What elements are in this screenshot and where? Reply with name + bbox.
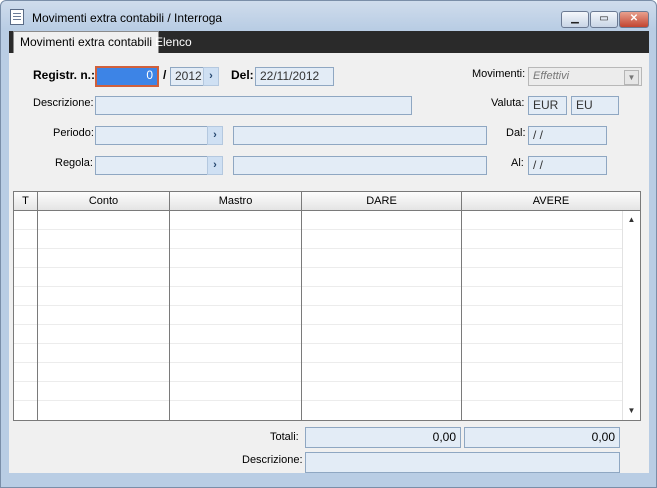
del-label: Del: (231, 68, 254, 82)
grid-vertical-scrollbar[interactable]: ▲ ▼ (622, 211, 640, 420)
minimize-icon: ▁ (571, 13, 579, 24)
close-button[interactable]: ✕ (619, 11, 649, 28)
registr-number-input[interactable]: 0 (95, 66, 159, 87)
maximize-button[interactable]: ▭ (590, 11, 618, 28)
column-header-dare[interactable]: DARE (302, 192, 462, 210)
tab-movimenti[interactable]: Movimenti extra contabili (13, 31, 160, 54)
totali-label: Totali: (270, 431, 299, 443)
minimize-button[interactable]: ▁ (561, 11, 589, 28)
date-input[interactable]: 22/11/2012 (255, 67, 334, 86)
footer-descrizione-label: Descrizione: (242, 454, 303, 466)
dal-date-input[interactable]: / / (528, 126, 607, 145)
table-row[interactable] (14, 306, 622, 325)
app-window: Movimenti extra contabili / Interroga ▁ … (0, 0, 657, 488)
total-avere-field: 0,00 (464, 427, 620, 448)
table-row[interactable] (14, 230, 622, 249)
total-dare-field: 0,00 (305, 427, 461, 448)
form-panel: Registr. n.: 0 / 2012 › Del: 22/11/2012 … (9, 53, 649, 473)
column-divider (169, 211, 170, 420)
maximize-icon: ▭ (599, 13, 609, 24)
year-zoom-button[interactable]: › (203, 67, 219, 86)
tab-elenco[interactable]: Elenco (149, 32, 198, 53)
regola-label: Regola: (55, 157, 93, 169)
table-row[interactable] (14, 249, 622, 268)
title-bar[interactable]: Movimenti extra contabili / Interroga ▁ … (1, 1, 656, 31)
valuta-symbol-field: EU (571, 96, 619, 115)
periodo-label: Periodo: (53, 127, 94, 139)
table-row[interactable] (14, 211, 622, 230)
column-header-mastro[interactable]: Mastro (170, 192, 302, 210)
al-date-input[interactable]: / / (528, 156, 607, 175)
descrizione-label: Descrizione: (33, 97, 94, 109)
window-title: Movimenti extra contabili / Interroga (32, 11, 223, 25)
movimenti-label: Movimenti: (472, 68, 526, 80)
registr-label: Registr. n.: (33, 68, 96, 82)
column-divider (37, 211, 38, 420)
table-row[interactable] (14, 344, 622, 363)
document-icon (10, 9, 24, 25)
periodo-zoom-button[interactable]: › (207, 126, 223, 145)
regola-desc-field (233, 156, 487, 175)
periodo-desc-field (233, 126, 487, 145)
periodo-code-input[interactable] (95, 126, 208, 145)
column-divider (301, 211, 302, 420)
column-header-t[interactable]: T (14, 192, 38, 210)
table-row[interactable] (14, 382, 622, 401)
valuta-code-input[interactable]: EUR (528, 96, 567, 115)
chevron-right-icon: › (213, 159, 217, 171)
column-header-conto[interactable]: Conto (38, 192, 170, 210)
tab-bar: Movimenti extra contabili Elenco (9, 31, 649, 54)
regola-zoom-button[interactable]: › (207, 156, 223, 175)
scroll-down-icon[interactable]: ▼ (623, 404, 640, 418)
descrizione-input[interactable] (95, 96, 412, 115)
footer-descrizione-field (305, 452, 620, 473)
registr-separator: / (163, 68, 167, 82)
chevron-right-icon: › (213, 129, 217, 141)
chevron-right-icon: › (209, 70, 213, 82)
regola-code-input[interactable] (95, 156, 208, 175)
chevron-down-icon: ▼ (624, 70, 639, 85)
al-label: Al: (511, 157, 524, 169)
table-row[interactable] (14, 287, 622, 306)
movimenti-select[interactable]: Effettivi ▼ (528, 67, 642, 86)
year-input[interactable]: 2012 (170, 67, 204, 86)
scroll-up-icon[interactable]: ▲ (623, 213, 640, 227)
movements-grid[interactable]: T Conto Mastro DARE AVERE ▲ ▼ (13, 191, 641, 421)
movimenti-value: Effettivi (533, 70, 570, 82)
column-header-avere[interactable]: AVERE (462, 192, 640, 210)
column-divider (461, 211, 462, 420)
close-icon: ✕ (629, 13, 639, 24)
grid-header: T Conto Mastro DARE AVERE (14, 192, 640, 211)
dal-label: Dal: (506, 127, 526, 139)
valuta-label: Valuta: (491, 97, 525, 109)
table-row[interactable] (14, 268, 622, 287)
table-row[interactable] (14, 363, 622, 382)
table-row[interactable] (14, 325, 622, 344)
